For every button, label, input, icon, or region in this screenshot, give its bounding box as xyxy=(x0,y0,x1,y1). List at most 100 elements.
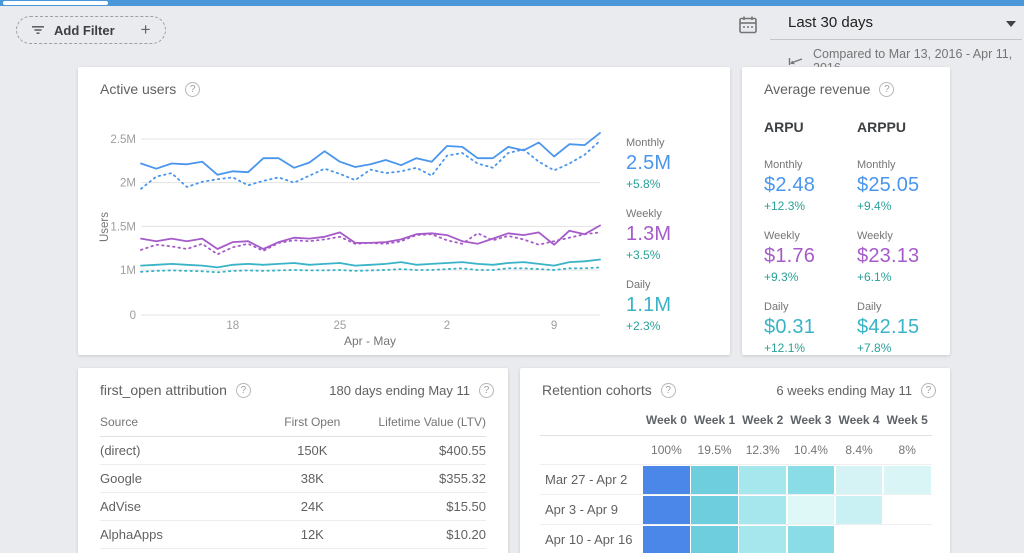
legend-period-label: Monthly xyxy=(626,137,726,149)
firebase-analytics-dashboard: { "icons": { "help_glyph": "?" }, "color… xyxy=(0,0,1024,553)
source-cell: (direct) xyxy=(100,437,262,465)
week-header: Week 1 xyxy=(691,408,738,435)
compare-arrow-icon xyxy=(788,55,804,68)
cohort-cell[interactable] xyxy=(691,526,738,553)
help-icon[interactable]: ? xyxy=(921,383,936,398)
help-icon[interactable]: ? xyxy=(236,383,251,398)
legend-period-label: Daily xyxy=(626,279,726,291)
legend-delta: +5.8% xyxy=(626,177,726,191)
x-tick-label: 18 xyxy=(226,320,239,332)
week-header: Week 0 xyxy=(643,408,690,435)
attribution-table: SourceFirst OpenLifetime Value (LTV) (di… xyxy=(100,408,486,553)
retention-title: Retention cohorts xyxy=(542,382,652,398)
revenue-metric-monthly: Monthly$2.48+12.3% xyxy=(764,159,857,213)
legend-value: 1.1M xyxy=(626,294,726,317)
revenue-delta: +9.3% xyxy=(764,270,857,284)
x-tick-label: 9 xyxy=(551,320,557,332)
cohort-grid: Week 0Week 1Week 2Week 3Week 4Week 5100%… xyxy=(540,408,932,553)
revenue-delta: +12.3% xyxy=(764,199,857,213)
revenue-metric-weekly: Weekly$23.13+6.1% xyxy=(857,230,950,284)
active-users-title: Active users xyxy=(100,81,176,97)
cohort-cell[interactable] xyxy=(739,526,786,553)
cohort-cell-empty xyxy=(884,526,931,553)
legend-value: 2.5M xyxy=(626,152,726,175)
help-icon[interactable]: ? xyxy=(879,82,894,97)
active-users-card: Active users ? 2.5M2M1.5M1M0182529Apr - … xyxy=(78,67,730,355)
date-range-dropdown[interactable]: Last 30 days xyxy=(770,12,1022,40)
date-range-label: Last 30 days xyxy=(788,14,873,31)
cohort-cell[interactable] xyxy=(739,466,786,494)
active-users-chart: 2.5M2M1.5M1M0182529Apr - MayUsers xyxy=(98,107,608,352)
ltv-cell: $400.55 xyxy=(362,437,486,465)
calendar-icon xyxy=(737,14,759,41)
ltv-cell: $15.50 xyxy=(362,493,486,521)
table-row[interactable]: (direct)150K$400.55 xyxy=(100,437,486,465)
revenue-column-arpu: ARPUMonthly$2.48+12.3%Weekly$1.76+9.3%Da… xyxy=(764,119,857,372)
active-users-legend: Monthly2.5M+5.8%Weekly1.3M+3.5%Daily1.1M… xyxy=(626,137,726,350)
source-cell: Google xyxy=(100,465,262,493)
average-revenue-card: Average revenue ? ARPUMonthly$2.48+12.3%… xyxy=(742,67,950,355)
revenue-metric-monthly: Monthly$25.05+9.4% xyxy=(857,159,950,213)
legend-item-monthly: Monthly 2.5M +5.8% xyxy=(626,137,726,191)
source-cell: Alfie Ads xyxy=(100,549,262,553)
revenue-period-label: Weekly xyxy=(857,230,950,242)
help-icon[interactable]: ? xyxy=(661,383,676,398)
series-monthly-current xyxy=(141,133,600,175)
revenue-value: $0.31 xyxy=(764,316,857,339)
revenue-period-label: Monthly xyxy=(764,159,857,171)
week-header: Week 5 xyxy=(884,408,931,435)
legend-value: 1.3M xyxy=(626,223,726,246)
cohort-cell[interactable] xyxy=(643,526,690,553)
legend-period-label: Weekly xyxy=(626,208,726,220)
cohort-cell[interactable] xyxy=(836,496,883,524)
legend-item-daily: Daily 1.1M +2.3% xyxy=(626,279,726,333)
cohort-cell[interactable] xyxy=(884,466,931,494)
revenue-columns: ARPUMonthly$2.48+12.3%Weekly$1.76+9.3%Da… xyxy=(742,97,950,372)
first-open-cell: 150K xyxy=(262,437,362,465)
revenue-value: $25.05 xyxy=(857,174,950,197)
x-tick-label: 2 xyxy=(444,320,450,332)
table-row[interactable]: AlphaApps12K$10.20 xyxy=(100,521,486,549)
table-row[interactable]: AdVise24K$15.50 xyxy=(100,493,486,521)
revenue-period-label: Weekly xyxy=(764,230,857,242)
cohort-label: Apr 3 - Apr 9 xyxy=(540,502,643,517)
ltv-cell: $8.50 xyxy=(362,549,486,553)
legend-delta: +2.3% xyxy=(626,319,726,333)
cohort-cell[interactable] xyxy=(643,496,690,524)
revenue-column-header: ARPPU xyxy=(857,119,950,135)
cohort-cell[interactable] xyxy=(643,466,690,494)
source-cell: AdVise xyxy=(100,493,262,521)
cohort-row: Apr 3 - Apr 9 xyxy=(540,494,932,524)
help-icon[interactable]: ? xyxy=(185,82,200,97)
week-percent: 8% xyxy=(884,436,931,464)
revenue-period-label: Monthly xyxy=(857,159,950,171)
cohort-label: Mar 27 - Apr 2 xyxy=(540,472,643,487)
help-icon[interactable]: ? xyxy=(479,383,494,398)
week-percent: 10.4% xyxy=(788,436,835,464)
legend-item-weekly: Weekly1.3M+3.5% xyxy=(626,208,726,262)
cohort-cell[interactable] xyxy=(788,526,835,553)
week-percent: 100% xyxy=(643,436,690,464)
add-filter-button[interactable]: Add Filter + xyxy=(16,16,166,44)
chevron-down-icon xyxy=(1006,21,1016,27)
cohort-cell[interactable] xyxy=(788,496,835,524)
cohort-cell-empty xyxy=(884,496,931,524)
cohort-cell[interactable] xyxy=(788,466,835,494)
cohort-cell[interactable] xyxy=(691,466,738,494)
revenue-delta: +6.1% xyxy=(857,270,950,284)
table-row[interactable]: Alfie Ads11K$8.50 xyxy=(100,549,486,553)
source-cell: AlphaApps xyxy=(100,521,262,549)
table-row[interactable]: Google38K$355.32 xyxy=(100,465,486,493)
week-header: Week 3 xyxy=(788,408,835,435)
cohort-cell[interactable] xyxy=(836,466,883,494)
cohort-row: Apr 10 - Apr 16 xyxy=(540,524,932,553)
ltv-cell: $10.20 xyxy=(362,521,486,549)
revenue-value: $42.15 xyxy=(857,316,950,339)
retention-subtitle: 6 weeks ending May 11 xyxy=(776,383,912,398)
revenue-column-header: ARPU xyxy=(764,119,857,135)
cohort-cell[interactable] xyxy=(739,496,786,524)
week-percent: 8.4% xyxy=(836,436,883,464)
attribution-header-row: SourceFirst OpenLifetime Value (LTV) xyxy=(100,408,486,437)
cohort-cell[interactable] xyxy=(691,496,738,524)
cohort-header-row: Week 0Week 1Week 2Week 3Week 4Week 5 xyxy=(540,408,932,436)
